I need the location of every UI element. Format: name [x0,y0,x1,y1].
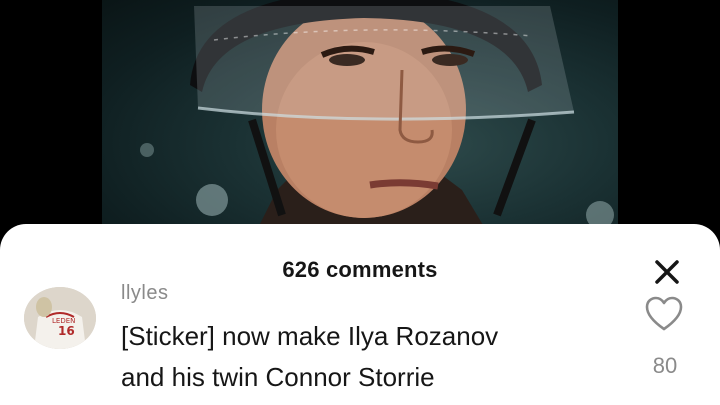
video-frame [102,0,618,240]
video-player[interactable] [0,0,720,240]
video-still-image [140,0,614,240]
comment-text-line-2: and his twin Connor Storrie [121,362,435,392]
comment-text: [Sticker] now make Ilya Rozanov and his … [121,316,621,398]
like-count: 80 [652,353,678,378]
user-avatar[interactable]: LEDEN 16 [24,287,96,349]
heart-icon[interactable] [645,296,683,332]
close-icon[interactable] [651,256,683,288]
comments-count: 626 comments [282,257,438,282]
comment-text-line-1: [Sticker] now make Ilya Rozanov [121,321,499,351]
comment-username[interactable]: llyles [121,282,168,305]
svg-text:16: 16 [58,324,75,338]
